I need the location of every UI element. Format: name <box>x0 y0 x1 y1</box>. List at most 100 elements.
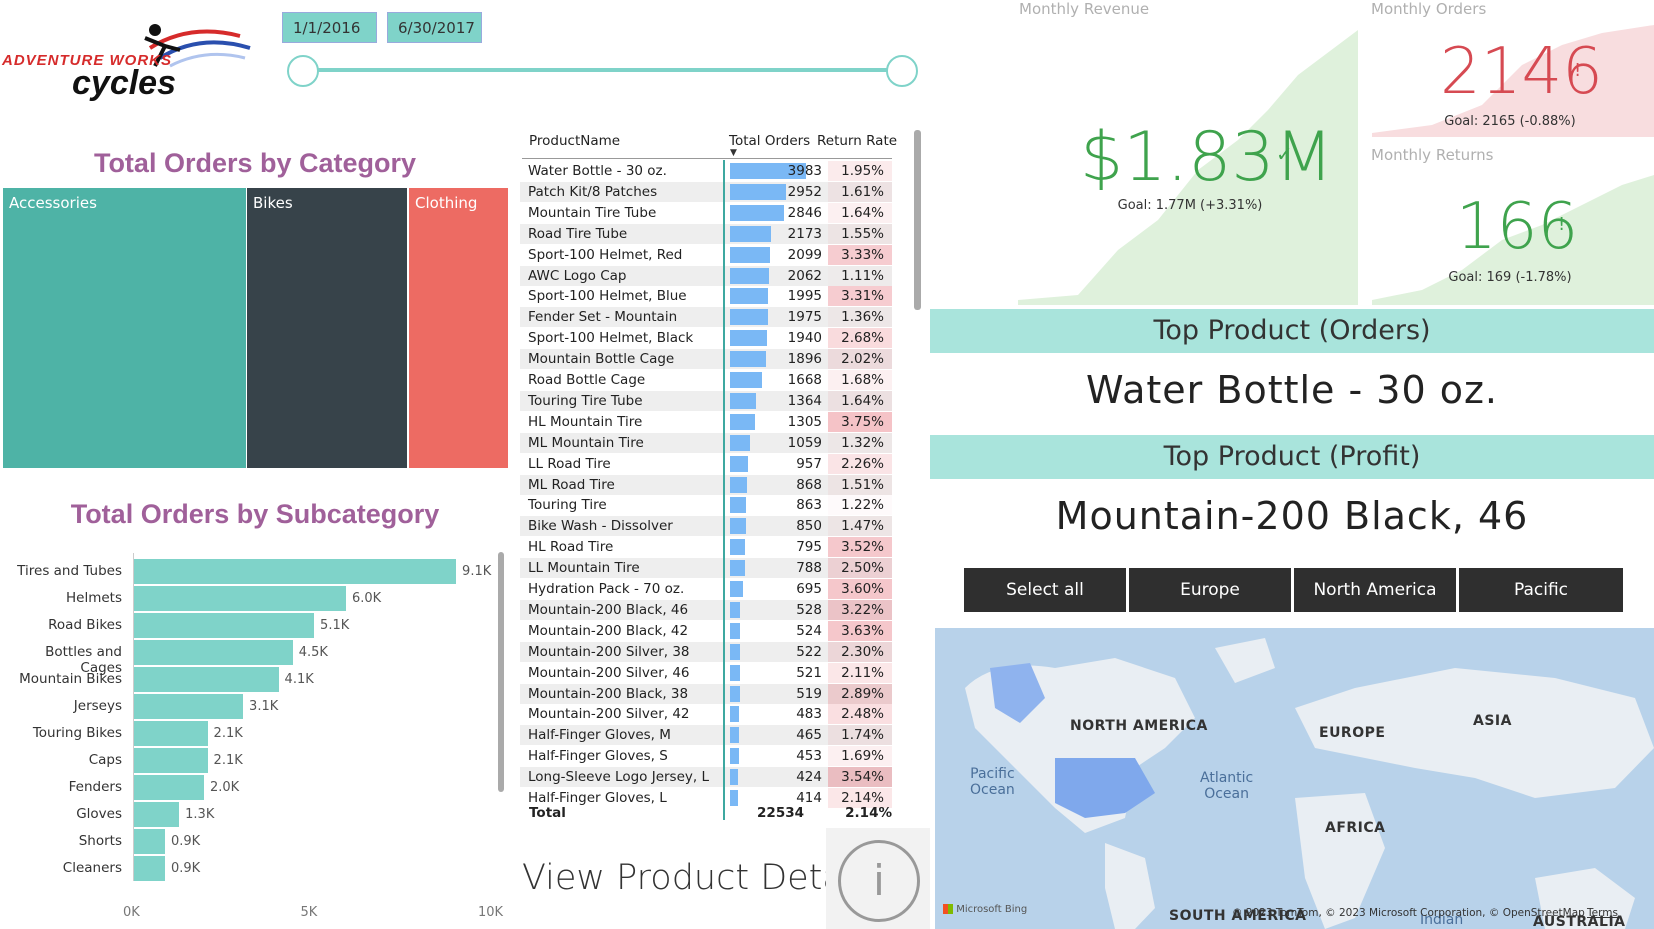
table-scrollbar[interactable] <box>914 130 921 310</box>
subcategory-x-tick: 5K <box>300 905 318 920</box>
subcategory-bar[interactable] <box>133 667 279 692</box>
table-row[interactable]: Mountain-200 Silver, 38 522 2.30% <box>520 641 892 662</box>
date-range-slider[interactable] <box>302 68 902 72</box>
return-rate-cell: 1.95% <box>828 161 892 181</box>
return-rate-text: 1.55% <box>841 225 884 242</box>
table-row[interactable]: HL Road Tire 795 3.52% <box>520 537 892 558</box>
subcategory-label: Helmets <box>66 590 122 606</box>
end-date-input[interactable]: 6/30/2017 <box>387 12 482 43</box>
subcategory-bar[interactable] <box>133 694 244 719</box>
product-name-cell: Touring Tire <box>528 497 607 514</box>
table-row[interactable]: Sport-100 Helmet, Black 1940 2.68% <box>520 328 892 349</box>
col-header-return-rate[interactable]: Return Rate <box>817 133 897 149</box>
subcategory-bar[interactable] <box>133 640 293 665</box>
info-icon[interactable]: i <box>838 840 920 922</box>
treemap-clothing[interactable]: Clothing <box>409 188 508 468</box>
table-header-divider <box>522 158 892 159</box>
product-name-cell: Mountain-200 Black, 38 <box>528 685 689 702</box>
treemap-bikes[interactable]: Bikes <box>247 188 407 468</box>
table-row[interactable]: Touring Tire 863 1.22% <box>520 495 892 515</box>
table-row[interactable]: Half-Finger Gloves, S 453 1.69% <box>520 746 892 767</box>
table-row[interactable]: Road Tire Tube 2173 1.55% <box>520 223 892 244</box>
subcategory-bar[interactable] <box>133 748 208 773</box>
orders-cell: 2062 <box>787 267 822 284</box>
return-rate-cell: 3.22% <box>828 599 892 620</box>
subcategory-bar[interactable] <box>133 559 457 584</box>
table-row[interactable]: Water Bottle - 30 oz. 3983 1.95% <box>520 161 892 181</box>
table-row[interactable]: Mountain-200 Black, 38 519 2.89% <box>520 683 892 704</box>
return-rate-text: 1.95% <box>841 163 884 179</box>
slider-end-handle[interactable] <box>886 55 918 87</box>
return-rate-text: 1.11% <box>841 267 884 284</box>
orders-cell: 1995 <box>787 288 822 305</box>
map-terms-link[interactable]: Terms <box>1587 907 1618 919</box>
orders-cell: 1896 <box>787 351 822 368</box>
table-row[interactable]: Half-Finger Gloves, M 465 1.74% <box>520 725 892 746</box>
return-rate-cell: 3.31% <box>828 286 892 307</box>
subcategory-scrollbar[interactable] <box>498 552 504 792</box>
table-row[interactable]: Mountain Tire Tube 2846 1.64% <box>520 202 892 223</box>
subcategory-bar[interactable] <box>133 775 204 800</box>
table-row[interactable]: ML Road Tire 868 1.51% <box>520 474 892 495</box>
subcategory-axis-line <box>133 553 134 881</box>
orders-cell: 850 <box>796 518 822 535</box>
treemap-accessories[interactable]: Accessories <box>3 188 246 468</box>
subcategory-chart-title: Total Orders by Subcategory <box>70 499 440 529</box>
table-row[interactable]: Long-Sleeve Logo Jersey, L 424 3.54% <box>520 767 892 788</box>
return-rate-cell: 2.50% <box>828 558 892 579</box>
top-product-orders-banner: Top Product (Orders) <box>930 309 1654 353</box>
product-name-cell: Mountain-200 Black, 42 <box>528 622 689 639</box>
table-row[interactable]: Mountain-200 Black, 42 524 3.63% <box>520 620 892 641</box>
col-header-orders[interactable]: Total Orders <box>729 133 810 149</box>
subcategory-bar[interactable] <box>133 613 315 638</box>
table-row[interactable]: HL Mountain Tire 1305 3.75% <box>520 411 892 432</box>
subcategory-bar[interactable] <box>133 829 165 854</box>
table-row[interactable]: Sport-100 Helmet, Blue 1995 3.31% <box>520 286 892 307</box>
table-row[interactable]: Mountain-200 Black, 46 528 3.22% <box>520 599 892 620</box>
table-row[interactable]: Hydration Pack - 70 oz. 695 3.60% <box>520 579 892 599</box>
orders-cell: 863 <box>796 497 822 514</box>
product-name-cell: Bike Wash - Dissolver <box>528 518 673 535</box>
table-row[interactable]: Fender Set - Mountain 1975 1.36% <box>520 307 892 328</box>
return-rate-text: 3.54% <box>841 769 884 786</box>
table-row[interactable]: Mountain-200 Silver, 46 521 2.11% <box>520 662 892 683</box>
return-rate-cell: 1.51% <box>828 474 892 495</box>
return-rate-cell: 1.61% <box>828 181 892 202</box>
table-row[interactable]: LL Road Tire 957 2.26% <box>520 453 892 474</box>
subcategory-chart: Tires and Tubes 9.1K Helmets 6.0K Road Bikes… <box>0 545 503 920</box>
table-row[interactable]: Touring Tire Tube 1364 1.64% <box>520 390 892 411</box>
return-rate-cell: 1.11% <box>828 266 892 286</box>
region-select-all-button[interactable]: Select all <box>964 568 1126 612</box>
table-row[interactable]: Road Bottle Cage 1668 1.68% <box>520 370 892 390</box>
orders-cell: 695 <box>796 581 822 597</box>
subcategory-bar[interactable] <box>133 586 346 611</box>
subcategory-label: Mountain Bikes <box>19 671 122 687</box>
subcategory-bar[interactable] <box>133 721 208 746</box>
table-row[interactable]: AWC Logo Cap 2062 1.11% <box>520 265 892 286</box>
table-row[interactable]: LL Mountain Tire 788 2.50% <box>520 558 892 579</box>
return-rate-text: 1.51% <box>841 476 884 493</box>
slider-start-handle[interactable] <box>287 55 319 87</box>
product-name-cell: Half-Finger Gloves, M <box>528 727 671 744</box>
total-label: Total <box>529 805 566 821</box>
region-europe-button[interactable]: Europe <box>1129 568 1291 612</box>
table-row[interactable]: Patch Kit/8 Patches 2952 1.61% <box>520 181 892 202</box>
region-pacific-button[interactable]: Pacific <box>1459 568 1623 612</box>
product-name-cell: Road Bottle Cage <box>528 372 646 388</box>
subcategory-bar[interactable] <box>133 802 180 827</box>
table-row[interactable]: Mountain Bottle Cage 1896 2.02% <box>520 349 892 370</box>
return-rate-cell: 1.47% <box>828 516 892 537</box>
product-name-cell: Sport-100 Helmet, Black <box>528 330 694 347</box>
sales-map[interactable]: NORTH AMERICA EUROPE ASIA AFRICA SOUTH A… <box>935 628 1654 929</box>
table-row[interactable]: Mountain-200 Silver, 42 483 2.48% <box>520 704 892 725</box>
subcategory-value-label: 2.0K <box>210 780 240 795</box>
view-product-detail-button[interactable]: View Product Detail <box>522 858 863 898</box>
subcategory-bar[interactable] <box>133 856 165 881</box>
table-row[interactable]: Sport-100 Helmet, Red 2099 3.33% <box>520 244 892 265</box>
region-north-america-button[interactable]: North America <box>1294 568 1456 612</box>
product-name-cell: LL Road Tire <box>528 455 611 472</box>
start-date-input[interactable]: 1/1/2016 <box>282 12 377 43</box>
table-row[interactable]: Bike Wash - Dissolver 850 1.47% <box>520 516 892 537</box>
table-row[interactable]: ML Mountain Tire 1059 1.32% <box>520 432 892 453</box>
col-header-product[interactable]: ProductName <box>529 133 620 149</box>
